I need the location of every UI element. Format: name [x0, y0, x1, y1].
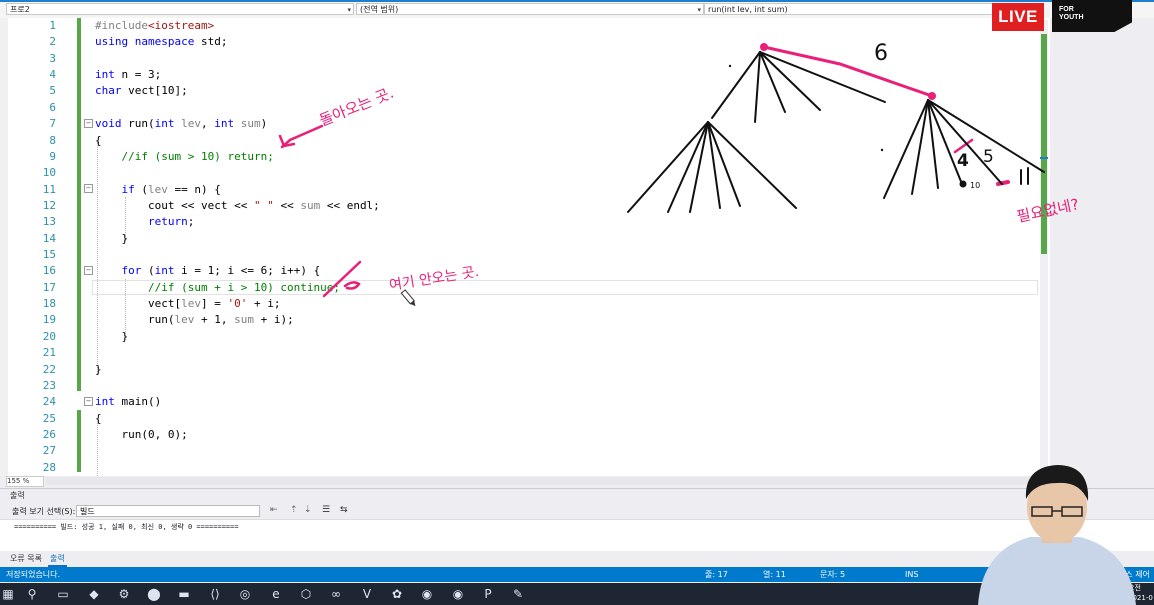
pink-node	[760, 43, 768, 51]
v2-app-icon[interactable]: V	[359, 586, 375, 602]
note-unreached-point: 여기 안오는 곳.	[388, 264, 480, 294]
app-icon[interactable]: ✎	[510, 586, 526, 602]
note-not-needed: 필요없네?	[1015, 195, 1081, 226]
label-4: 4	[957, 151, 969, 171]
label-10: 10	[970, 181, 980, 190]
tree-edge	[883, 99, 929, 199]
location-icon[interactable]: ⬤	[146, 586, 162, 602]
tree-edge	[759, 51, 821, 111]
chrome-icon[interactable]: ◉	[450, 586, 466, 602]
previous-message-icon[interactable]: ⇡	[290, 505, 298, 515]
tree-edge	[667, 121, 709, 213]
presenter-shirt	[978, 537, 1136, 605]
logo-line: YOUTH	[1059, 14, 1084, 21]
edge-browser-icon[interactable]: e	[268, 586, 284, 602]
channel-logo: FOR YOUTH	[1052, 0, 1132, 32]
pink-node	[928, 92, 936, 100]
pink-strike	[322, 260, 362, 298]
tab-error-list[interactable]: 오류 목록	[8, 553, 44, 565]
show-output-from-value: 빌드	[80, 507, 95, 516]
tree-edge	[911, 99, 929, 195]
status-character: 문자: 5	[820, 570, 846, 579]
settings-gear-icon[interactable]: ⚙	[116, 586, 132, 602]
note-returning-point: 돌아오는 곳.	[317, 84, 397, 130]
tree-edge	[627, 121, 709, 213]
visual-studio-icon[interactable]: ∞	[328, 586, 344, 602]
tab-output[interactable]: 출력	[48, 553, 67, 567]
next-message-icon[interactable]: ⇣	[304, 505, 312, 515]
app-icon[interactable]: ◆	[86, 586, 102, 602]
output-title-text: 출력	[10, 491, 25, 500]
tree-edge	[754, 51, 761, 123]
search-icon[interactable]: ⚲	[24, 586, 40, 602]
windows-start-icon[interactable]: ▦	[0, 586, 16, 602]
app-icon[interactable]: ⬡	[298, 586, 314, 602]
monitor-icon[interactable]: ▭	[55, 586, 71, 602]
tree-edge	[707, 121, 797, 209]
tree-edge	[707, 121, 721, 209]
status-insert-mode: INS	[905, 570, 919, 579]
tree-edge	[711, 51, 761, 119]
tree-edge	[927, 99, 1003, 185]
word-wrap-icon[interactable]: ⇆	[340, 505, 348, 515]
folder-icon[interactable]: ▬	[176, 586, 192, 602]
status-message: 저장되었습니다.	[6, 570, 61, 579]
label-5: 5	[983, 147, 994, 167]
build-result-line: ========== 빌드: 성공 1, 실패 0, 최신 0, 생략 0 ==…	[14, 523, 239, 531]
live-badge: LIVE	[992, 3, 1044, 31]
pink-arrow-line	[280, 124, 324, 149]
clear-all-icon[interactable]: ☰	[322, 505, 330, 515]
tree-edge	[707, 121, 741, 207]
pink-mark	[343, 281, 361, 290]
presenter-webcam	[978, 465, 1136, 605]
chrome-icon[interactable]: ◉	[419, 586, 435, 602]
find-message-icon[interactable]: ⇤	[270, 505, 278, 515]
tree-edge	[689, 121, 709, 213]
handwritten-11-strokes	[1020, 167, 1029, 185]
show-output-from-select[interactable]: 빌드	[76, 505, 260, 517]
status-column: 열: 11	[763, 570, 786, 579]
show-output-from-label: 출력 보기 선택(S):	[12, 507, 76, 516]
app-icon[interactable]: ◎	[237, 586, 253, 602]
status-line: 줄: 17	[705, 570, 728, 579]
tree-dot	[880, 148, 884, 152]
tree-dot	[728, 64, 732, 68]
label-6: 6	[874, 41, 888, 66]
app-icon[interactable]: ✿	[389, 586, 405, 602]
pink-path-line	[762, 45, 934, 98]
powerpoint-icon[interactable]: P	[480, 586, 496, 602]
vscode-icon[interactable]: ⟨⟩	[207, 586, 223, 602]
tree-node	[959, 180, 967, 188]
logo-line: FOR	[1059, 6, 1074, 13]
pen-cursor-icon	[400, 289, 416, 307]
